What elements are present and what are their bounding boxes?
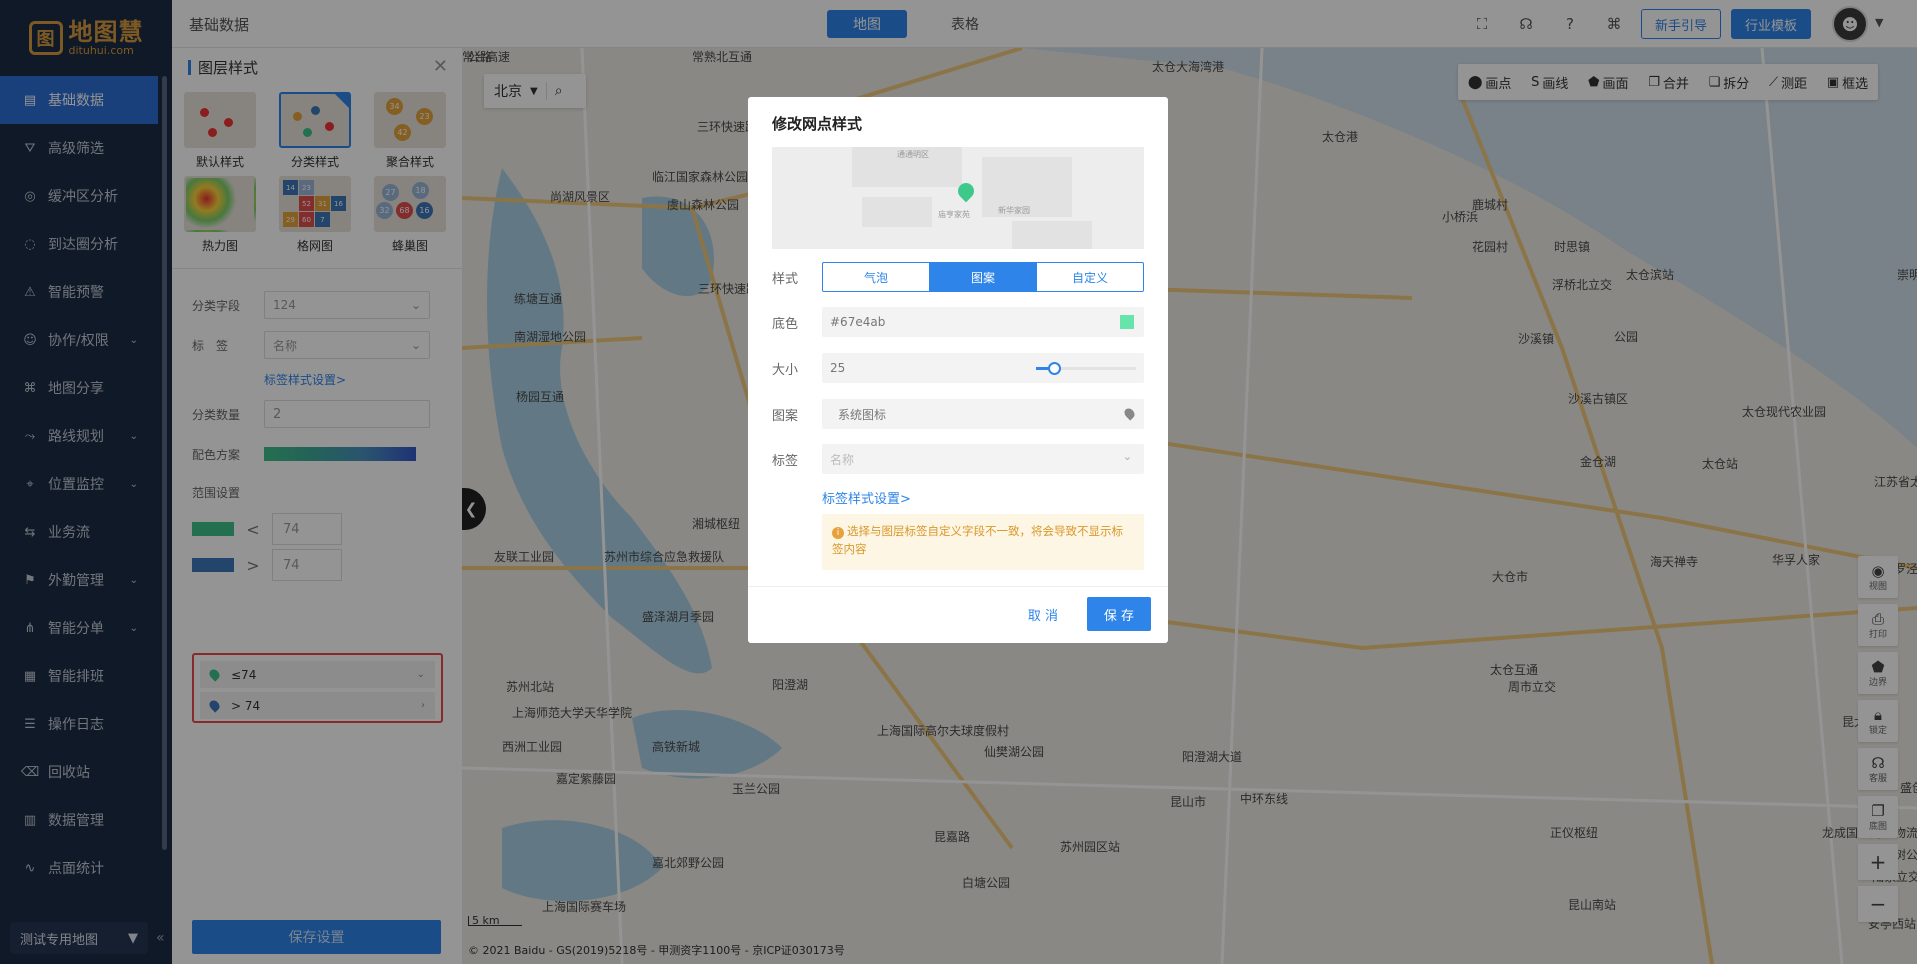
style-segmented-control: 气泡 图案 自定义 xyxy=(822,262,1144,292)
edit-marker-style-dialog: 修改网点样式 通通明区 庙亨家苑 新华家园 样式 气泡 图案 自定义 底色 #6… xyxy=(748,97,1168,643)
size-value: 25 xyxy=(830,361,846,375)
style-option-custom[interactable]: 自定义 xyxy=(1037,263,1143,291)
color-swatch[interactable] xyxy=(1120,315,1134,329)
marker-preview: 通通明区 庙亨家苑 新华家园 xyxy=(772,147,1144,249)
tag-style-link[interactable]: 标签样式设置> xyxy=(822,488,911,507)
pattern-select[interactable]: 系统图标 xyxy=(822,399,1144,429)
chevron-down-icon: ⌄ xyxy=(1122,450,1132,463)
tag-select[interactable]: 名称 ⌄ xyxy=(822,444,1144,474)
pattern-value: 系统图标 xyxy=(838,407,887,422)
size-slider[interactable] xyxy=(1036,362,1136,375)
style-label: 样式 xyxy=(772,271,799,287)
warning-text: 选择与图层标签自定义字段不一致，将会导致不显示标签内容 xyxy=(832,524,1123,556)
bg-color-input[interactable]: #67e4ab xyxy=(822,307,1144,337)
slider-handle[interactable] xyxy=(1048,362,1061,375)
save-button[interactable]: 保 存 xyxy=(1087,597,1151,631)
tag-placeholder: 名称 xyxy=(830,452,855,467)
pin-icon xyxy=(1122,406,1137,421)
style-option-pattern[interactable]: 图案 xyxy=(930,263,1037,291)
cancel-button[interactable]: 取 消 xyxy=(1018,597,1068,631)
size-field: 25 xyxy=(822,353,1144,383)
tag-label: 标签 xyxy=(772,453,799,469)
warning-message: i 选择与图层标签自定义字段不一致，将会导致不显示标签内容 xyxy=(822,514,1144,570)
warning-icon: i xyxy=(832,527,844,539)
style-option-bubble[interactable]: 气泡 xyxy=(823,263,930,291)
dialog-title: 修改网点样式 xyxy=(772,115,863,133)
pattern-label: 图案 xyxy=(772,408,799,424)
size-label: 大小 xyxy=(772,362,799,378)
bg-color-label: 底色 xyxy=(772,316,799,332)
bg-color-value: #67e4ab xyxy=(830,315,886,329)
